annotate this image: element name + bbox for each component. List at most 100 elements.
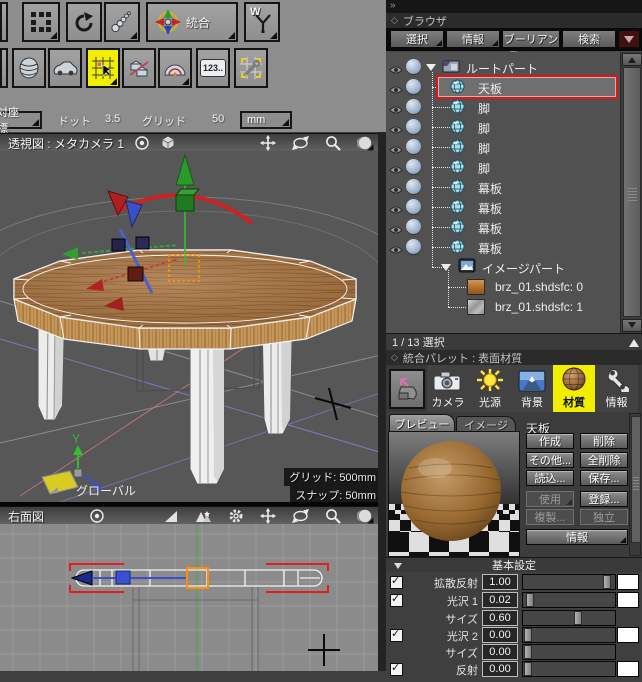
setting-value[interactable]: 0.60 [482,610,518,626]
palette-scrollbar[interactable] [629,413,641,556]
tree-item-leg[interactable]: 脚 [386,117,620,137]
render-toggle-icon[interactable] [406,139,421,154]
checkbox[interactable] [390,661,403,676]
numeric-input-button[interactable]: 123.. [196,48,230,88]
eye-icon[interactable] [389,62,403,74]
register-button[interactable]: 登録... [580,491,628,507]
zoom-icon[interactable] [325,508,341,524]
tab-camera[interactable]: カメラ [427,365,469,412]
grid-value[interactable]: 50 [212,113,224,125]
coordinate-mode-dropdown[interactable]: 対座標 [0,107,42,135]
tree-item-leg[interactable]: 脚 [386,157,620,177]
checkbox[interactable] [390,574,403,589]
spline-button[interactable] [104,2,140,42]
basic-settings-header[interactable]: 基本設定 [386,557,642,572]
tree-item-apron[interactable]: 幕板 [386,197,620,217]
template-mountain-icon[interactable] [195,509,212,524]
create-button[interactable]: 作成 [526,433,574,449]
render-toggle-icon[interactable] [406,59,421,74]
browser-panel-header[interactable]: ブラウザ [386,13,642,28]
scrollbar-thumb[interactable] [631,416,641,543]
eye-icon[interactable] [389,202,403,214]
slider[interactable] [522,574,616,590]
slider[interactable] [522,661,616,677]
browser-scrollbar[interactable] [620,52,642,333]
side-view-title[interactable]: 右面図 [8,508,44,525]
palette-dock-button[interactable] [389,369,425,409]
rotate-button[interactable] [66,2,102,42]
delete-button[interactable]: 削除 [580,433,628,449]
expander-icon[interactable] [426,64,436,71]
palette-panel-header[interactable]: 統合パレット : 表面材質 [386,350,642,365]
color-swatch[interactable] [617,592,639,608]
eye-icon[interactable] [389,122,403,134]
delete-all-button[interactable]: 全削除 [580,452,628,468]
camera-target-icon[interactable] [134,135,150,151]
tree-item-image-part[interactable]: イメージパート [386,257,620,277]
integrated-mode-button[interactable]: 統合 [146,2,238,42]
color-swatch[interactable] [617,627,639,643]
render-toggle-icon[interactable] [406,239,421,254]
setting-value[interactable]: 0.00 [482,661,518,677]
tab-image[interactable]: イメージ [456,416,516,432]
tab-boolean[interactable]: ブーリアン [502,30,560,48]
render-toggle-icon[interactable] [406,119,421,134]
pan-icon[interactable] [260,135,276,151]
tab-material[interactable]: 材質 [553,365,595,412]
partial-button[interactable] [0,2,8,42]
shading-cube-icon[interactable] [160,135,176,151]
render-sphere-icon[interactable] [357,135,374,151]
setting-value[interactable]: 0.02 [482,592,518,608]
tree-item-apron[interactable]: 幕板 [386,237,620,257]
setting-value[interactable]: 1.00 [482,574,518,590]
slider[interactable] [522,610,616,626]
dot-value[interactable]: 3.5 [105,113,120,125]
render-toggle-icon[interactable] [406,179,421,194]
grid-settings-button[interactable] [234,48,268,88]
unit-dropdown[interactable]: mm [240,111,292,129]
render-toggle-icon[interactable] [406,99,421,114]
independent-button[interactable]: 独立 [580,509,628,525]
grid-snap-button[interactable] [86,48,120,88]
section-collapse-icon[interactable] [394,562,402,573]
side-viewport[interactable] [0,524,386,671]
tab-background[interactable]: 背景 [511,365,553,412]
pan-icon[interactable] [260,508,276,524]
measure-button[interactable] [158,48,192,88]
wave-joint-button[interactable]: W [244,2,280,42]
car-template-button[interactable] [48,48,82,88]
tab-info[interactable]: 情報 [446,30,500,48]
other-button[interactable]: その他... [526,452,574,468]
perspective-viewport[interactable]: Y グローバル グリッド: 500mm スナップ: 50mm [0,151,386,502]
expander-icon[interactable] [441,264,451,271]
tree-item-root-part[interactable]: ルートパート [386,57,620,77]
load-button[interactable]: 読込... [526,470,574,486]
zoom-icon[interactable] [325,135,341,151]
eye-icon[interactable] [389,162,403,174]
create-primitive-icon[interactable] [164,509,179,524]
slider[interactable] [522,627,616,643]
settings-gear-icon[interactable] [228,508,244,524]
setting-value[interactable]: 0.00 [482,627,518,643]
render-toggle-icon[interactable] [406,199,421,214]
tree-item-texture[interactable]: brz_01.shdsfc: 0 [386,277,620,297]
tab-search[interactable]: 検索 [562,30,616,48]
tab-preview[interactable]: プレビュー [389,414,455,432]
tree-item-leg[interactable]: 脚 [386,137,620,157]
eye-icon[interactable] [389,102,403,114]
scroll-up-button[interactable] [622,53,642,66]
render-sphere-icon[interactable] [357,508,374,524]
eye-icon[interactable] [389,222,403,234]
duplicate-button[interactable]: 複製... [526,509,574,525]
color-swatch[interactable] [617,661,639,677]
eye-icon[interactable] [389,242,403,254]
side-view-header[interactable]: 右面図 [0,506,386,525]
eye-icon[interactable] [389,182,403,194]
slider[interactable] [522,592,616,608]
partial-button[interactable] [0,48,8,88]
tab-select[interactable]: 選択 [390,30,444,48]
material-preview-canvas[interactable] [388,431,520,557]
scrollbar-thumb[interactable] [623,67,641,317]
select-rect-button[interactable] [22,2,60,42]
scroll-down-button[interactable] [622,319,642,332]
